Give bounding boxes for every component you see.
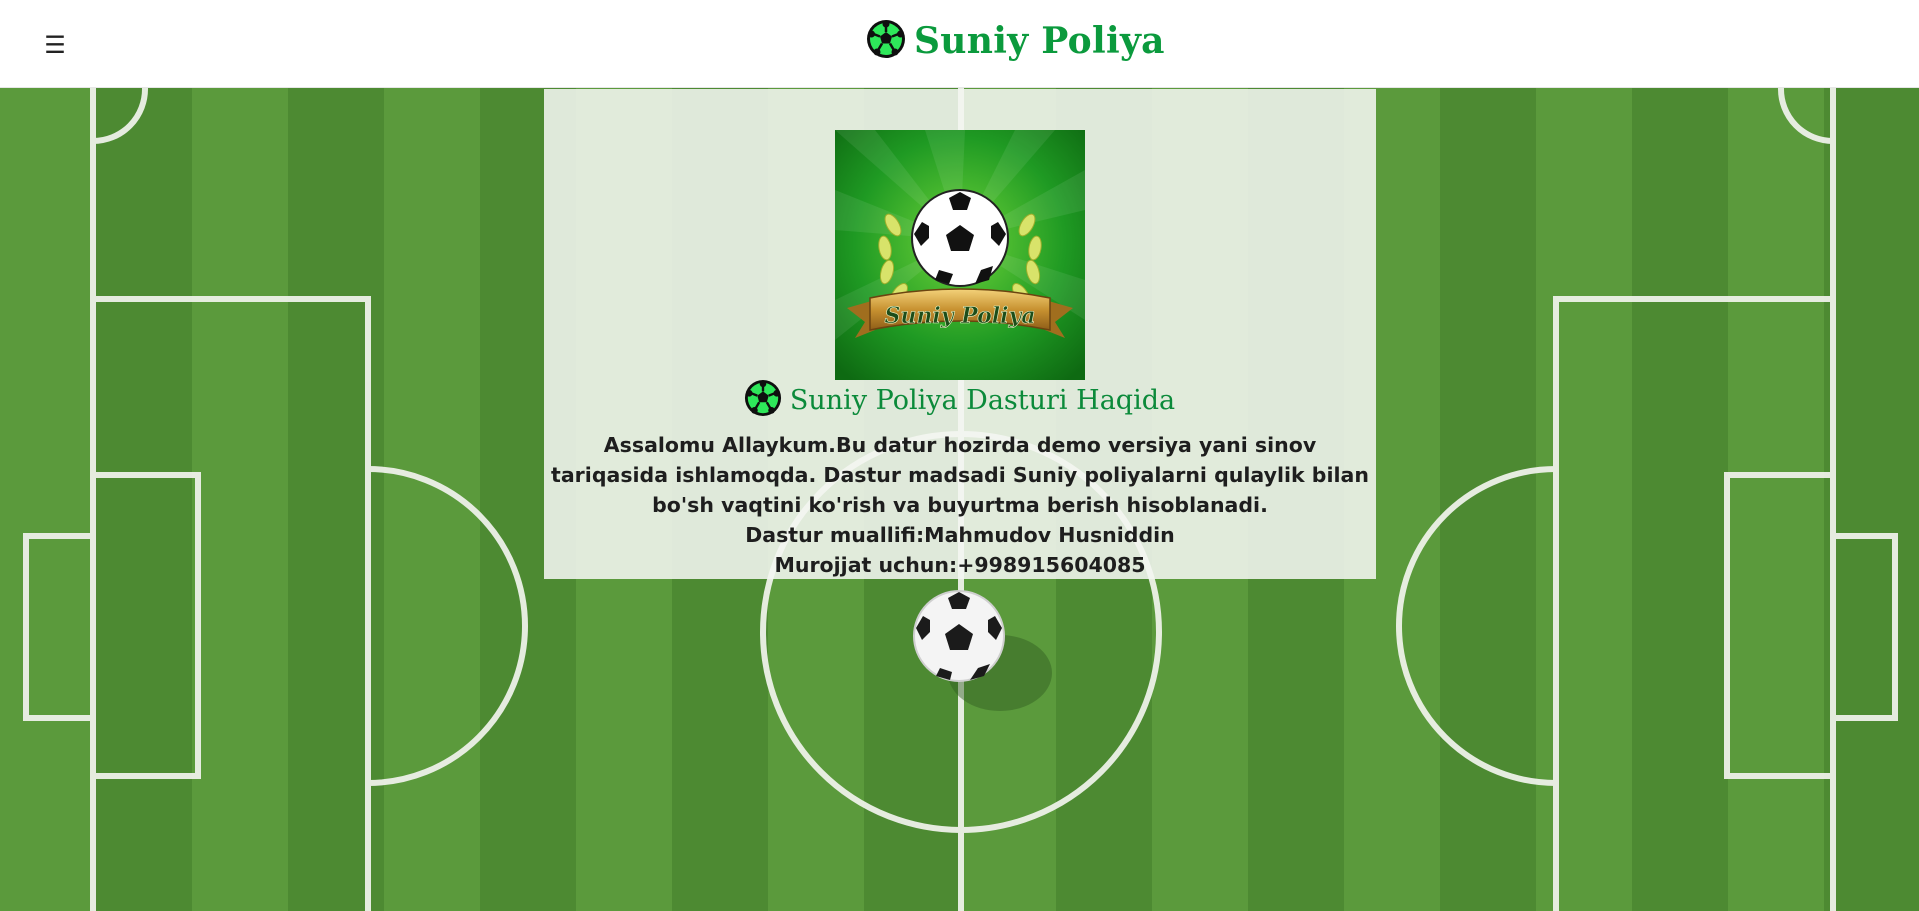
about-description: Assalomu Allaykum.Bu datur hozirda demo …: [551, 433, 1369, 517]
svg-text:Suniy Poliya: Suniy Poliya: [884, 303, 1035, 329]
about-text-block: Assalomu Allaykum.Bu datur hozirda demo …: [548, 430, 1372, 580]
brand-logo-link[interactable]: Suniy Poliya: [866, 16, 1165, 66]
hamburger-menu-icon[interactable]: ☰: [42, 28, 68, 62]
about-title: Suniy Poliya Dasturi Haqida: [789, 384, 1176, 416]
soccer-ball-icon: [866, 19, 906, 63]
soccer-ball-graphic: [913, 590, 1005, 682]
contact-line: Murojjat uchun:+998915604085: [774, 553, 1146, 577]
suniy-poliya-logo-image: Suniy Poliya: [835, 130, 1085, 380]
soccer-ball-icon: [744, 379, 782, 421]
about-heading: Suniy Poliya Dasturi Haqida: [0, 379, 1919, 421]
top-navbar: ☰ Suniy Poliya: [0, 0, 1919, 88]
author-line: Dastur muallifi:Mahmudov Husniddin: [745, 523, 1175, 547]
brand-title: Suniy Poliya: [914, 20, 1165, 62]
